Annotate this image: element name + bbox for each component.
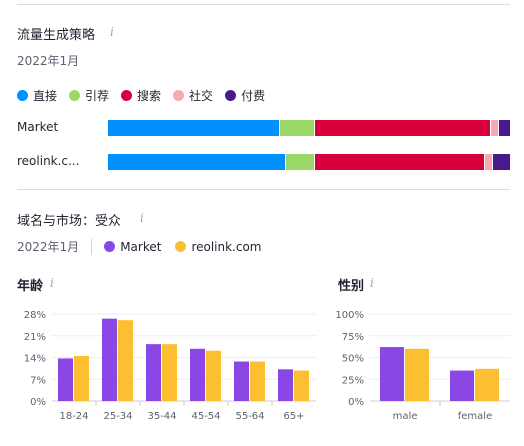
bar-market[interactable] xyxy=(450,370,474,401)
age-chart-title: 年龄 xyxy=(17,279,44,294)
stacked-bar-reolink[interactable] xyxy=(108,154,510,170)
audience-header: 2022年1月 Market reolink.com xyxy=(17,238,276,255)
legend-dot-paid xyxy=(225,90,237,101)
age-chart: 0% 7% 14% 21% 28% 18-24 25-34 35-44 45-54 55-64 65… xyxy=(24,310,316,422)
x-tick-label: 55-64 xyxy=(235,411,264,422)
bar-reolink-com[interactable] xyxy=(118,320,133,401)
legend-dot-social xyxy=(173,90,185,101)
legend-label-referral: 引荐 xyxy=(85,89,110,103)
header-separator xyxy=(91,238,93,255)
y-tick-label: 14% xyxy=(24,354,46,365)
bar-market[interactable] xyxy=(102,318,117,401)
x-tick-label: female xyxy=(458,411,492,422)
bar-reolink-com[interactable] xyxy=(250,361,265,401)
x-tick-label: 25-34 xyxy=(103,411,132,422)
y-tick-label: 28% xyxy=(24,310,46,321)
traffic-info-icon[interactable]: i xyxy=(110,25,114,39)
bar-market[interactable] xyxy=(234,361,249,401)
gender-chart-title: 性别 xyxy=(338,279,365,294)
gender-chart: 0% 25% 50% 75% 100% male female xyxy=(335,310,510,422)
legend-item-paid[interactable]: 付费 xyxy=(225,87,265,104)
bar-reolink-com[interactable] xyxy=(162,344,177,401)
bar-segment-2[interactable] xyxy=(286,154,314,170)
age-info-icon[interactable]: i xyxy=(50,276,54,290)
bar-market[interactable] xyxy=(58,358,73,401)
bar-market[interactable] xyxy=(146,344,161,401)
traffic-legend: 直接 引荐 搜索 社交 付费 xyxy=(17,87,277,104)
y-tick-label: 50% xyxy=(342,354,364,365)
top-divider xyxy=(17,4,510,5)
legend-dot-referral xyxy=(69,90,81,101)
bar-market[interactable] xyxy=(278,369,293,401)
y-tick-label: 75% xyxy=(342,332,364,343)
bar-segment-4[interactable] xyxy=(485,154,493,170)
legend-item-market[interactable]: Market xyxy=(104,240,161,254)
bar-reolink-com[interactable] xyxy=(475,368,499,401)
y-tick-label: 21% xyxy=(24,332,46,343)
legend-item-referral[interactable]: 引荐 xyxy=(69,87,109,104)
bar-segment-5[interactable] xyxy=(493,154,510,170)
bar-reolink-com[interactable] xyxy=(405,348,429,401)
audience-date: 2022年1月 xyxy=(17,240,80,254)
x-tick-label: 45-54 xyxy=(191,411,220,422)
x-tick-label: male xyxy=(393,411,418,422)
y-tick-label: 100% xyxy=(335,310,364,321)
gender-info-icon[interactable]: i xyxy=(370,276,374,290)
legend-label-search: 搜索 xyxy=(137,89,162,103)
audience-section-title: 域名与市场：受众 xyxy=(17,214,122,229)
row-label-reolink: reolink.c... xyxy=(17,154,80,168)
bar-segment-3[interactable] xyxy=(314,120,491,136)
bar-market[interactable] xyxy=(190,348,205,401)
legend-item-reolink[interactable]: reolink.com xyxy=(175,239,262,254)
bar-market[interactable] xyxy=(380,347,404,401)
x-tick-label: 18-24 xyxy=(59,411,88,422)
legend-item-direct[interactable]: 直接 xyxy=(17,87,57,104)
bar-reolink-com[interactable] xyxy=(74,355,89,401)
bar-segment-1[interactable] xyxy=(108,154,286,170)
x-tick-label: 35-44 xyxy=(147,411,176,422)
y-tick-label: 7% xyxy=(30,375,46,386)
bar-segment-3[interactable] xyxy=(314,154,485,170)
section-divider xyxy=(17,189,510,190)
bar-reolink-com[interactable] xyxy=(294,370,309,401)
y-tick-label: 0% xyxy=(30,397,46,408)
y-tick-label: 25% xyxy=(342,375,364,386)
legend-label-paid: 付费 xyxy=(241,89,266,103)
audience-info-icon[interactable]: i xyxy=(140,211,144,225)
legend-label-social: 社交 xyxy=(189,89,214,103)
legend-item-search[interactable]: 搜索 xyxy=(121,87,161,104)
legend-label-market: Market xyxy=(120,239,162,254)
legend-dot-market xyxy=(104,241,116,252)
traffic-date: 2022年1月 xyxy=(17,54,80,68)
bar-reolink-com[interactable] xyxy=(206,350,221,401)
legend-label-direct: 直接 xyxy=(33,89,58,103)
legend-label-reolink: reolink.com xyxy=(191,239,262,254)
legend-dot-reolink xyxy=(175,241,187,252)
legend-item-social[interactable]: 社交 xyxy=(173,87,213,104)
y-tick-label: 0% xyxy=(348,397,364,408)
row-label-market: Market xyxy=(17,120,59,134)
bar-segment-4[interactable] xyxy=(491,120,499,136)
stacked-bar-market[interactable] xyxy=(108,120,510,136)
bar-segment-1[interactable] xyxy=(108,120,280,136)
bar-segment-5[interactable] xyxy=(499,120,510,136)
legend-dot-search xyxy=(121,90,133,101)
bar-segment-2[interactable] xyxy=(280,120,314,136)
x-tick-label: 65+ xyxy=(283,411,304,422)
traffic-section-title: 流量生成策略 xyxy=(17,28,96,43)
legend-dot-direct xyxy=(17,90,28,101)
